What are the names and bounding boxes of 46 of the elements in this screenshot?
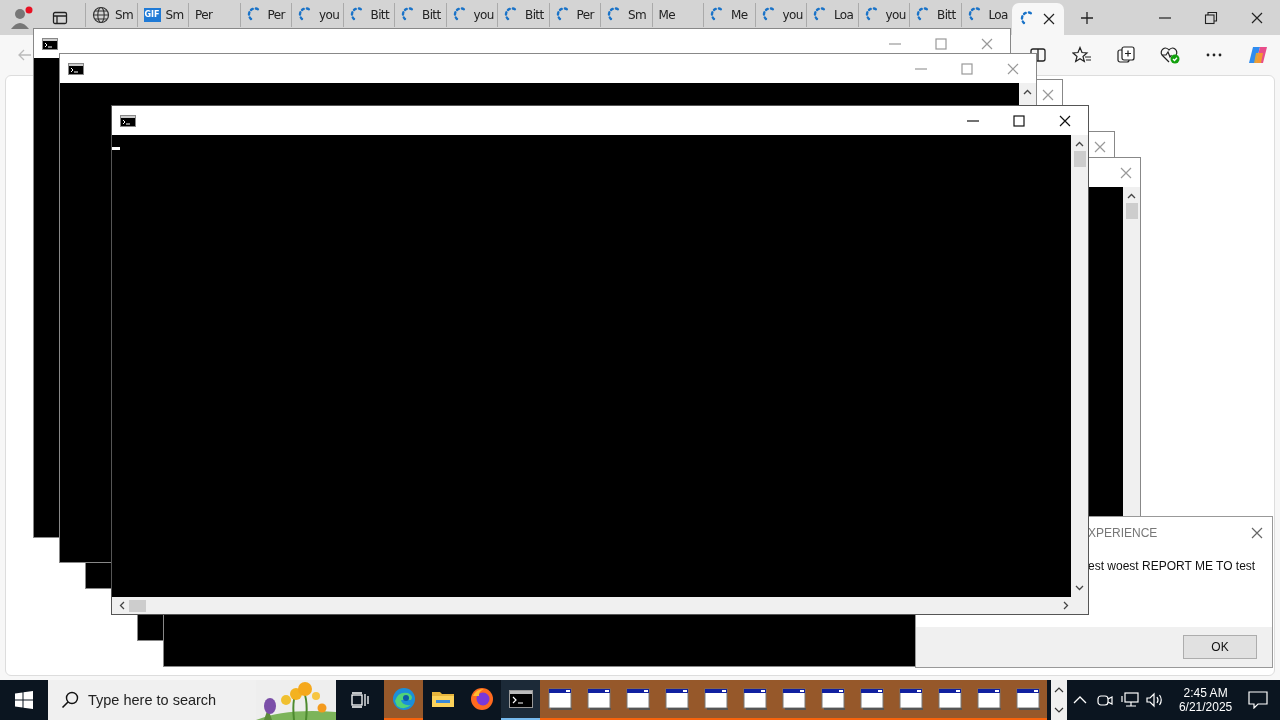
- browser-tab[interactable]: Bitt: [394, 3, 446, 27]
- browser-tab[interactable]: Sm: [85, 3, 137, 27]
- dialog-message: est woest REPORT ME TO test: [1088, 559, 1256, 573]
- browser-tab[interactable]: Per: [188, 3, 240, 27]
- tab-actions-icon[interactable]: [52, 9, 68, 26]
- window-icon[interactable]: [1008, 680, 1047, 720]
- maximize-icon[interactable]: [1012, 113, 1026, 128]
- clock-time: 2:45 AM: [1183, 686, 1228, 700]
- scroll-thumb[interactable]: [129, 599, 146, 612]
- scroll-thumb[interactable]: [1125, 203, 1138, 219]
- browser-tab[interactable]: [1012, 3, 1064, 35]
- scroll-thumb[interactable]: [1073, 151, 1086, 167]
- browser-tab[interactable]: Bitt: [342, 3, 394, 27]
- browser-tab[interactable]: Loa: [806, 3, 858, 27]
- copilot-icon[interactable]: [1247, 44, 1269, 66]
- scrollbar[interactable]: [1051, 680, 1068, 720]
- console-icon[interactable]: [501, 680, 540, 720]
- browser-tab[interactable]: Per: [239, 3, 291, 27]
- close-icon[interactable]: [1042, 12, 1056, 26]
- browser-tab[interactable]: Me: [703, 3, 755, 27]
- browser-tab[interactable]: you: [754, 3, 806, 27]
- console-icon: [120, 114, 136, 127]
- ok-button[interactable]: OK: [1183, 635, 1257, 659]
- clock[interactable]: 2:45 AM 6/21/2025: [1177, 680, 1234, 720]
- browser-tab[interactable]: you: [857, 3, 909, 27]
- console-icon: [42, 37, 58, 50]
- profile-icon[interactable]: [8, 4, 34, 31]
- clock-date: 6/21/2025: [1178, 700, 1233, 714]
- browser-tab[interactable]: GIF Sm: [136, 3, 188, 27]
- close-icon[interactable]: [1058, 113, 1072, 128]
- browser-tab[interactable]: you: [445, 3, 497, 27]
- browser-tab[interactable]: Bitt: [497, 3, 549, 27]
- window-icon[interactable]: [540, 680, 579, 720]
- dialog-title: XPERIENCE: [1088, 526, 1158, 540]
- globe-icon: [92, 6, 110, 24]
- collections-icon[interactable]: [1115, 44, 1137, 66]
- new-tab-icon[interactable]: [1080, 10, 1094, 25]
- console-icon: [68, 62, 84, 75]
- browser-tab[interactable]: Per: [548, 3, 600, 27]
- browser-tab[interactable]: Me: [651, 3, 703, 27]
- gif-icon: GIF: [143, 8, 161, 22]
- search-field[interactable]: Type here to search: [88, 680, 256, 720]
- browser-tab[interactable]: Bitt: [909, 3, 961, 27]
- browser-tab[interactable]: you: [291, 3, 343, 27]
- scrollbar[interactable]: [1071, 135, 1088, 597]
- browser-tab[interactable]: Sm: [600, 3, 652, 27]
